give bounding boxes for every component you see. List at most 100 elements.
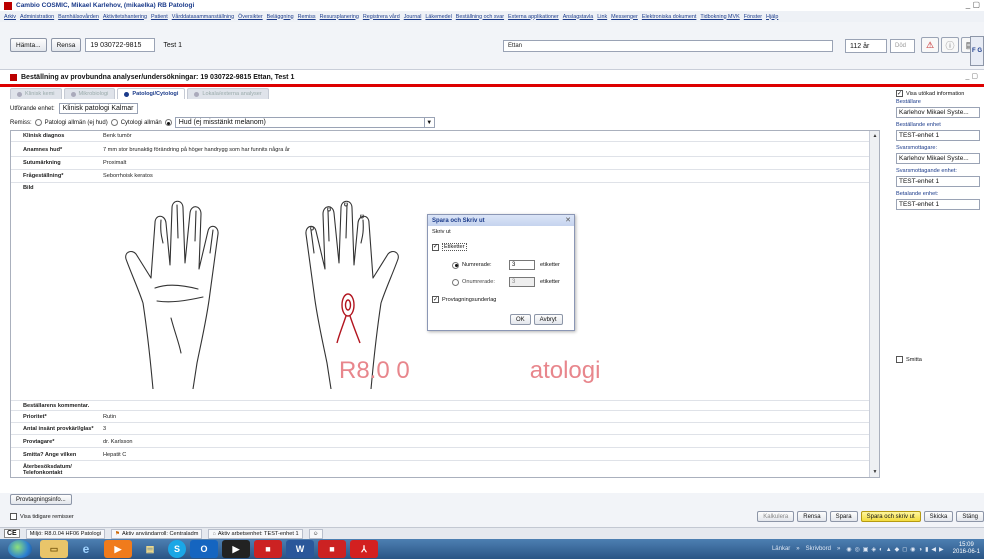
menu-item[interactable]: Tidbokning MVK — [700, 14, 739, 20]
outlook-icon[interactable]: O — [190, 540, 218, 558]
orderer-field[interactable]: Karlehov Mikael Syste... — [896, 107, 980, 118]
form-row-value[interactable]: Benk tumör — [103, 133, 132, 139]
order-form: Klinisk kemi Mikrobiologi Patologi/Cytolog… — [10, 88, 883, 493]
numbered-radio[interactable] — [452, 261, 459, 269]
internet-explorer-icon[interactable]: e — [72, 540, 100, 558]
menu-item[interactable]: Resursplanering — [320, 14, 359, 20]
action-button[interactable]: Spara och skriv ut — [860, 511, 921, 522]
analysis-tab[interactable]: Klinisk kemi — [10, 88, 62, 99]
warning-icon[interactable]: ⚠ — [921, 37, 939, 53]
desktop-toolbar[interactable]: Skrivbord — [806, 546, 831, 552]
action-button[interactable]: Skicka — [923, 511, 954, 522]
form-row-value[interactable]: Rutin — [103, 414, 116, 420]
ok-button[interactable]: OK — [510, 314, 531, 325]
lab-value[interactable]: Klinisk patologi Kalmar — [58, 103, 138, 114]
ordering-unit-field[interactable]: TEST-enhet 1 — [896, 130, 980, 141]
cancel-button[interactable]: Avbryt — [533, 314, 563, 325]
menu-item[interactable]: Barnhälsovården — [58, 14, 99, 20]
infection-checkbox[interactable] — [896, 356, 903, 363]
menu-item[interactable]: Vårddatasammanställning — [172, 14, 234, 20]
menu-item[interactable]: Anslagstavla — [563, 14, 594, 20]
menu-item[interactable]: Aktivitetshantering — [103, 14, 147, 20]
fg-panel-button[interactable]: F G — [970, 36, 984, 66]
menu-item[interactable]: Arkiv — [4, 14, 16, 20]
labels-checkbox[interactable]: ✓ — [432, 243, 439, 251]
person-icon[interactable]: ☺ — [308, 528, 323, 539]
orderer-label: Beställare — [896, 99, 921, 105]
form-row-value[interactable]: 3 — [103, 426, 106, 432]
form-row-label: Frågeställning* — [23, 173, 64, 179]
clear-patient-button[interactable]: Rensa — [50, 38, 82, 52]
menu-item[interactable]: Patient — [151, 14, 168, 20]
paying-unit-field[interactable]: TEST-enhet 1 — [896, 199, 980, 210]
show-info-checkbox[interactable]: ✓ — [896, 90, 903, 97]
file-manager-icon[interactable]: ▤ — [136, 540, 164, 558]
sampling-info-button[interactable]: Provtagningsinfo... — [10, 494, 72, 505]
window-controls[interactable]: _ ▢ — [966, 0, 980, 9]
menu-item[interactable]: Messenger — [611, 14, 638, 20]
chevron-down-icon[interactable]: ▼ — [423, 118, 434, 127]
form-row-value[interactable]: 7 mm stor brunaktig förändring på höger … — [103, 147, 290, 153]
remiss-radio-skin[interactable] — [164, 119, 172, 126]
recipient-field[interactable]: Karlehov Mikael Syste... — [896, 153, 980, 164]
close-icon[interactable]: ✕ — [565, 216, 571, 224]
menu-item[interactable]: Remiss — [298, 14, 316, 20]
scroll-up-icon[interactable]: ▲ — [870, 131, 879, 141]
menu-item[interactable]: Registrera vård — [363, 14, 400, 20]
links-toolbar[interactable]: Länkar — [772, 546, 790, 552]
menu-item[interactable]: Journal — [404, 14, 422, 20]
active-unit-status[interactable]: ⌂ Aktiv arbetsenhet: TEST-enhet 1 — [208, 528, 303, 539]
order-window-controls[interactable]: _ ▢ — [966, 72, 978, 80]
tray-icons[interactable]: ◉◎▣◈◐▲◆◻◉◑▮◀▶ — [846, 546, 946, 553]
menu-item[interactable]: Fönster — [744, 14, 762, 20]
action-button[interactable]: Spara — [829, 511, 858, 522]
explorer-folder-icon[interactable]: ▭ — [40, 540, 68, 558]
chevron-right-icon[interactable]: » — [837, 546, 840, 552]
cosmic-app-icon[interactable]: ■ — [254, 540, 282, 558]
word-icon[interactable]: W — [286, 540, 314, 558]
recipient-unit-field[interactable]: TEST-enhet 1 — [896, 176, 980, 187]
acrobat-icon[interactable]: ⅄ — [350, 540, 378, 558]
start-button[interactable] — [8, 540, 32, 558]
analysis-tab[interactable]: Lokala/externa analyser — [187, 88, 269, 99]
menu-item[interactable]: Översikter — [238, 14, 263, 20]
unnumbered-radio[interactable] — [452, 278, 459, 286]
numbered-count-input[interactable]: 3 — [509, 260, 535, 270]
personal-id-field[interactable]: 19 030722-9815 — [85, 38, 156, 52]
form-row-value[interactable]: dr. Karlsson — [103, 439, 133, 445]
scroll-down-icon[interactable]: ▼ — [870, 467, 879, 477]
fetch-patient-button[interactable]: Hämta... — [10, 38, 47, 52]
form-row-value[interactable]: Hepatit C — [103, 452, 126, 458]
cosmic-window-icon[interactable]: ■ — [318, 540, 346, 558]
analysis-tab[interactable]: Patologi/Cytologi — [117, 88, 186, 99]
menu-item[interactable]: Elektroniska dokument — [642, 14, 697, 20]
unnumbered-count-input[interactable]: 3 — [509, 277, 535, 287]
menu-item[interactable]: Administration — [20, 14, 54, 20]
menu-item[interactable]: Link — [597, 14, 607, 20]
action-button[interactable]: Stäng — [956, 511, 984, 522]
play-icon[interactable]: ▶ — [222, 540, 250, 558]
form-row-value[interactable]: Proximalt — [103, 160, 126, 166]
menu-item[interactable]: Läkemedel — [425, 14, 451, 20]
menu-item[interactable]: Hjälp — [766, 14, 778, 20]
remiss-radio-cytology[interactable] — [110, 119, 118, 126]
menu-item[interactable]: Externa applikationer — [508, 14, 559, 20]
analysis-tab[interactable]: Mikrobiologi — [63, 88, 116, 99]
media-player-icon[interactable]: ▶ — [104, 540, 132, 558]
show-info-label: Visa utökad information — [906, 90, 965, 97]
remiss-radio-pathology[interactable] — [34, 119, 42, 126]
sampling-doc-checkbox[interactable]: ✓ — [432, 296, 439, 303]
remiss-select[interactable]: Hud (ej misstänkt melanom) ▼ — [174, 117, 435, 128]
action-button[interactable]: Rensa — [797, 511, 827, 522]
skype-icon[interactable]: S — [168, 540, 186, 558]
menu-item[interactable]: Beställning och svar — [456, 14, 504, 20]
active-role-status[interactable]: ⚑ Aktiv användarroll: Centraladm — [110, 528, 203, 539]
info-icon[interactable]: ⓘ — [941, 37, 959, 53]
chevron-right-icon[interactable]: » — [796, 546, 799, 552]
form-scrollbar[interactable]: ▲ ▼ — [869, 131, 879, 477]
clock[interactable]: 15:09 2016-06-1 — [953, 542, 980, 556]
action-button[interactable]: Kalkulera — [757, 511, 795, 522]
menu-item[interactable]: Beläggning — [267, 14, 294, 20]
show-previous-checkbox[interactable] — [10, 513, 17, 520]
form-row-value[interactable]: Seborrhoisk keratos — [103, 173, 153, 179]
